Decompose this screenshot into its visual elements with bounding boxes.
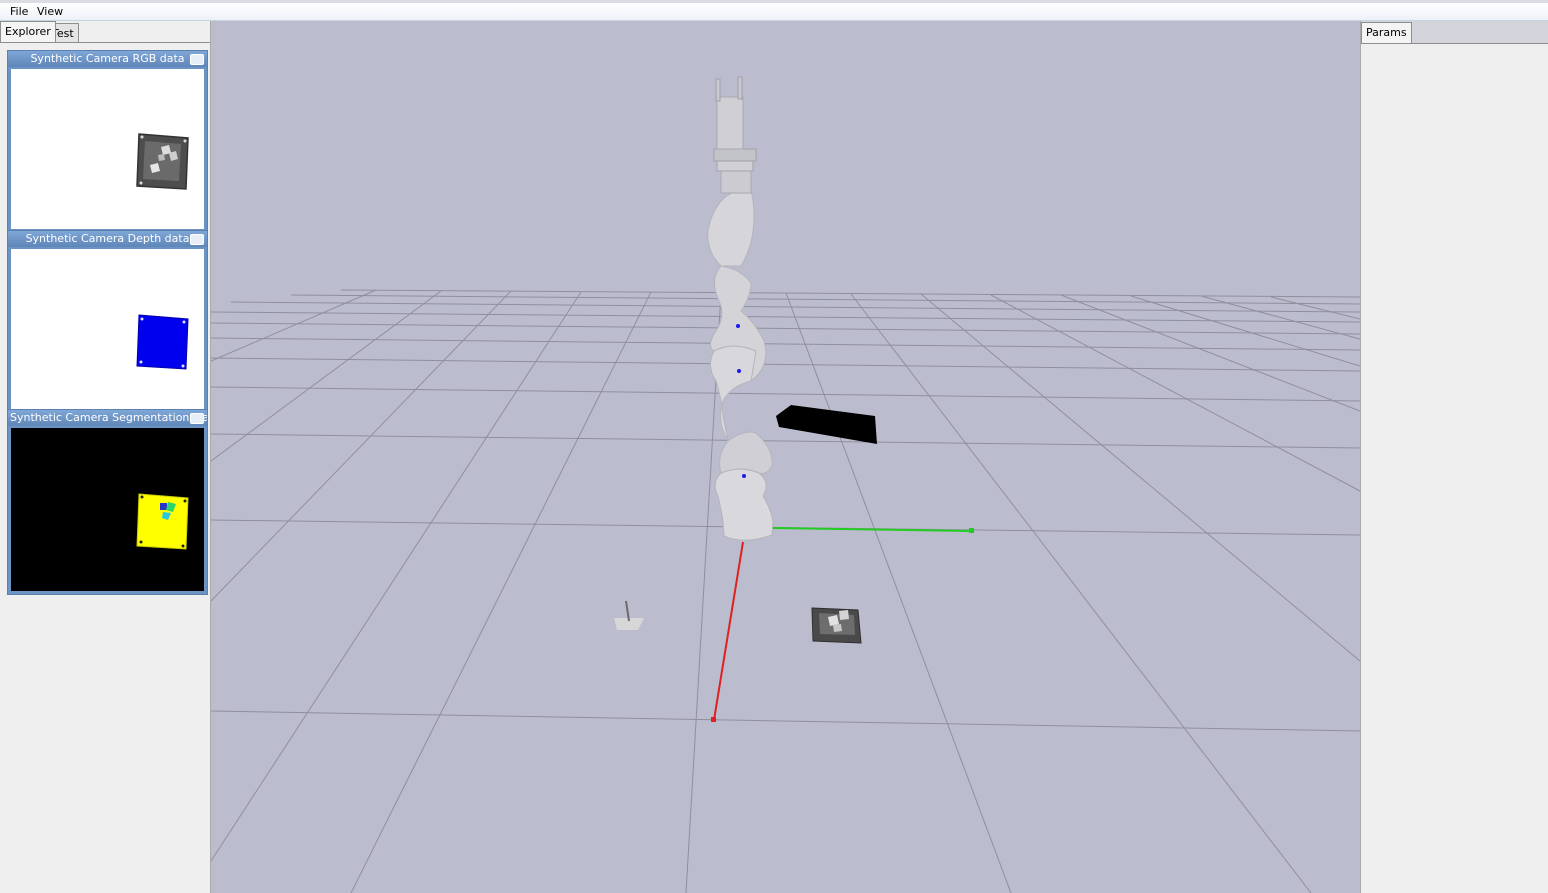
segmentation-camera-minimize-button[interactable] (190, 413, 204, 424)
rgb-camera-title[interactable]: Synthetic Camera RGB data (8, 51, 207, 67)
black-plate-object (776, 405, 877, 444)
x-axis-line (713, 541, 744, 721)
depth-camera-image (136, 314, 189, 370)
menu-file[interactable]: File (7, 4, 31, 19)
application-window: File View Explorer Test Synthetic Camera… (0, 0, 1548, 893)
segmentation-camera-image (136, 493, 189, 550)
params-panel: Params (1360, 21, 1548, 893)
rgb-camera-minimize-button[interactable] (190, 54, 204, 65)
depth-camera-view (11, 249, 204, 409)
rgb-camera-image (136, 133, 189, 190)
tab-strip-divider (0, 42, 210, 43)
robot-arm (707, 76, 774, 541)
segmentation-camera-panel: Synthetic Camera Segmentation Mask (7, 409, 208, 595)
tab-explorer[interactable]: Explorer (0, 21, 56, 42)
left-panel: Explorer Test Synthetic Camera RGB data (0, 21, 211, 893)
scene-render (211, 76, 1360, 893)
segmentation-camera-view (11, 428, 204, 591)
small-stand-object (614, 600, 644, 630)
rgb-camera-view (11, 69, 204, 229)
tray-object (811, 607, 862, 644)
3d-viewport[interactable] (211, 21, 1360, 893)
depth-camera-title[interactable]: Synthetic Camera Depth data (8, 231, 207, 247)
ground-grid (211, 289, 1360, 893)
menu-view[interactable]: View (34, 4, 66, 19)
tab-params[interactable]: Params (1361, 22, 1412, 43)
params-tab-bar: Params (1361, 21, 1548, 44)
segmentation-camera-title[interactable]: Synthetic Camera Segmentation Mask (8, 410, 207, 426)
menu-bar: File View (0, 3, 1548, 21)
rgb-camera-panel: Synthetic Camera RGB data (7, 50, 208, 232)
y-axis-end-marker (969, 528, 974, 533)
depth-camera-minimize-button[interactable] (190, 234, 204, 245)
depth-camera-panel: Synthetic Camera Depth data (7, 230, 208, 412)
x-axis-end-marker (711, 717, 716, 722)
